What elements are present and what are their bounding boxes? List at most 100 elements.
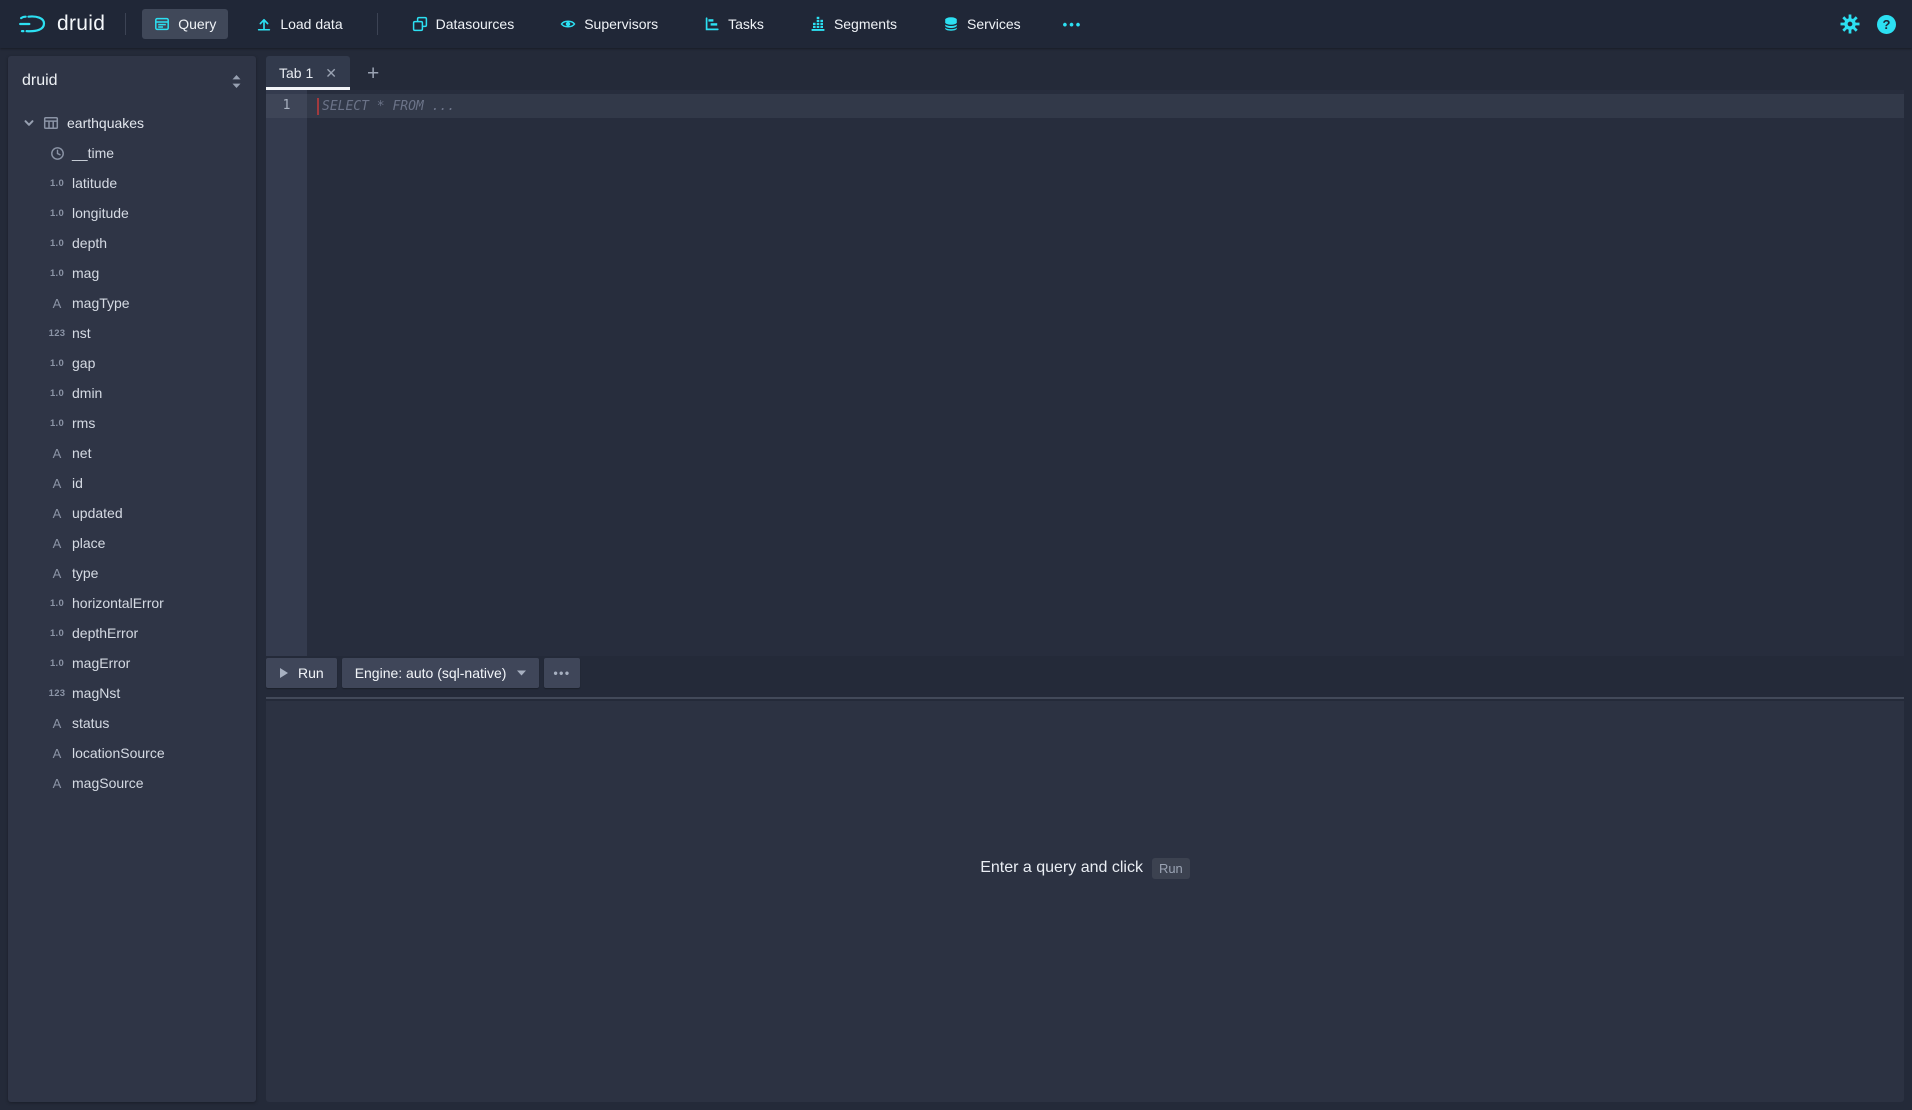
nav-item-label: Datasources — [436, 16, 515, 32]
column-name: magError — [72, 655, 130, 671]
column-item[interactable]: A id — [8, 468, 256, 498]
nav-item-supervisors[interactable]: Supervisors — [548, 9, 670, 39]
column-item[interactable]: A status — [8, 708, 256, 738]
float-type-icon: 1.0 — [44, 658, 70, 669]
float-type-icon: 1.0 — [44, 268, 70, 279]
engine-select-button[interactable]: Engine: auto (sql-native) — [342, 658, 540, 688]
nav-item-segments[interactable]: Segments — [798, 9, 909, 39]
nav-more-button[interactable]: ••• — [1055, 11, 1091, 38]
column-item[interactable]: 1.0 mag — [8, 258, 256, 288]
run-chip: Run — [1152, 858, 1190, 879]
float-type-icon: 1.0 — [44, 598, 70, 609]
column-name: magNst — [72, 685, 120, 701]
column-item[interactable]: 1.0 longitude — [8, 198, 256, 228]
sort-icon[interactable] — [230, 74, 243, 89]
navbar-divider — [125, 13, 126, 35]
float-type-icon: 1.0 — [44, 388, 70, 399]
column-name: type — [72, 565, 98, 581]
nav-item-query[interactable]: Query — [142, 9, 228, 39]
column-item[interactable]: 1.0 depthError — [8, 618, 256, 648]
column-name: magType — [72, 295, 130, 311]
query-editor[interactable]: 1 SELECT * FROM ... — [266, 90, 1904, 656]
add-tab-button[interactable]: + — [367, 62, 379, 86]
column-item[interactable]: A place — [8, 528, 256, 558]
column-item[interactable]: A magType — [8, 288, 256, 318]
nav-item-label: Load data — [280, 16, 342, 32]
column-item[interactable]: A net — [8, 438, 256, 468]
table-item-earthquakes[interactable]: earthquakes — [8, 108, 256, 138]
nav-item-services[interactable]: Services — [931, 9, 1033, 39]
query-more-button[interactable]: ••• — [544, 658, 579, 688]
column-name: rms — [72, 415, 95, 431]
settings-gear-icon[interactable] — [1840, 14, 1860, 34]
table-name: earthquakes — [67, 115, 144, 131]
schema-selector[interactable]: druid — [8, 56, 256, 96]
column-item[interactable]: 1.0 dmin — [8, 378, 256, 408]
column-name: id — [72, 475, 83, 491]
play-icon — [279, 667, 289, 679]
nav-item-datasources[interactable]: Datasources — [400, 9, 527, 39]
clock-icon — [44, 146, 70, 161]
nav-item-label: Services — [967, 16, 1021, 32]
column-item[interactable]: 1.0 horizontalError — [8, 588, 256, 618]
line-number: 1 — [266, 94, 307, 118]
help-icon[interactable]: ? — [1877, 15, 1896, 34]
string-type-icon: A — [44, 296, 70, 311]
empty-state-message: Enter a query and click Run — [980, 857, 1190, 879]
tasks-icon — [704, 16, 720, 32]
chevron-down-icon[interactable] — [21, 115, 37, 131]
nav-item-label: Supervisors — [584, 16, 658, 32]
long-type-icon: 123 — [44, 688, 70, 699]
column-item[interactable]: 1.0 latitude — [8, 168, 256, 198]
brand-name: druid — [57, 12, 105, 36]
empty-state-text: Enter a query and click — [980, 859, 1143, 877]
datasources-icon — [412, 16, 428, 32]
column-item[interactable]: A type — [8, 558, 256, 588]
nav-item-tasks[interactable]: Tasks — [692, 9, 776, 39]
column-name: updated — [72, 505, 123, 521]
string-type-icon: A — [44, 716, 70, 731]
column-item[interactable]: 123 magNst — [8, 678, 256, 708]
column-item[interactable]: 1.0 gap — [8, 348, 256, 378]
query-tab-bar: Tab 1 ✕ + — [266, 56, 1904, 90]
close-icon[interactable]: ✕ — [325, 65, 337, 82]
navbar-divider — [377, 13, 378, 35]
engine-label: Engine: auto (sql-native) — [355, 665, 507, 681]
table-icon — [43, 115, 59, 131]
druid-logo[interactable]: druid — [14, 12, 109, 36]
column-name: __time — [72, 145, 114, 161]
column-name: latitude — [72, 175, 117, 191]
column-item[interactable]: 1.0 depth — [8, 228, 256, 258]
column-item[interactable]: A magSource — [8, 768, 256, 798]
float-type-icon: 1.0 — [44, 238, 70, 249]
nav-item-label: Segments — [834, 16, 897, 32]
supervisors-icon — [560, 16, 576, 32]
editor-input[interactable]: SELECT * FROM ... — [307, 94, 1904, 118]
column-name: nst — [72, 325, 91, 341]
result-panel: Enter a query and click Run — [266, 701, 1904, 1102]
float-type-icon: 1.0 — [44, 628, 70, 639]
panel-divider[interactable] — [266, 697, 1904, 699]
run-toolbar: Run Engine: auto (sql-native) ••• — [266, 658, 580, 688]
string-type-icon: A — [44, 536, 70, 551]
column-item[interactable]: 123 nst — [8, 318, 256, 348]
nav-item-label: Query — [178, 16, 216, 32]
column-name: net — [72, 445, 91, 461]
column-item[interactable]: 1.0 rms — [8, 408, 256, 438]
services-icon — [943, 16, 959, 32]
editor-active-line[interactable]: 1 SELECT * FROM ... — [266, 94, 1904, 118]
string-type-icon: A — [44, 776, 70, 791]
float-type-icon: 1.0 — [44, 358, 70, 369]
run-button[interactable]: Run — [266, 658, 337, 688]
column-item[interactable]: A updated — [8, 498, 256, 528]
column-item[interactable]: __time — [8, 138, 256, 168]
nav-item-load-data[interactable]: Load data — [244, 9, 354, 39]
column-item[interactable]: 1.0 magError — [8, 648, 256, 678]
schema-sidebar: druid earthquakes — [8, 56, 256, 1102]
top-navbar: druid Query Load data — [0, 0, 1912, 48]
tab-1[interactable]: Tab 1 ✕ — [266, 56, 350, 90]
string-type-icon: A — [44, 746, 70, 761]
column-name: gap — [72, 355, 95, 371]
column-item[interactable]: A locationSource — [8, 738, 256, 768]
column-name: locationSource — [72, 745, 165, 761]
